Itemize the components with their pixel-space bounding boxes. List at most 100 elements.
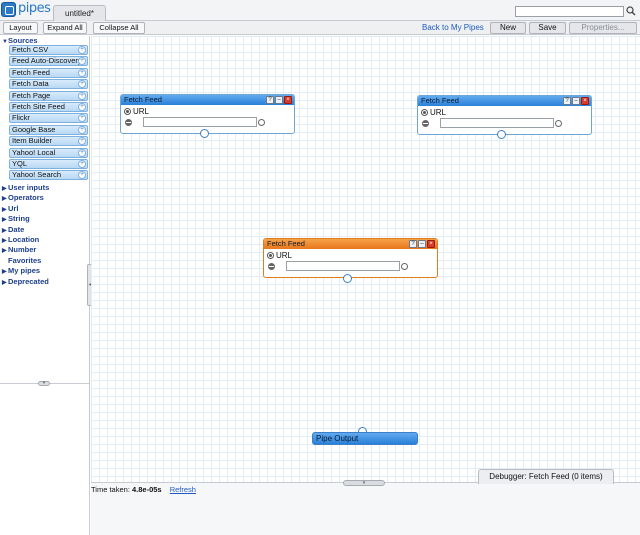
collapse-all-button[interactable]: Collapse All bbox=[93, 22, 145, 34]
source-module-item[interactable]: Fetch Data + bbox=[9, 79, 88, 90]
back-to-my-pipes-link[interactable]: Back to My Pipes bbox=[422, 23, 484, 32]
radio-icon[interactable] bbox=[421, 109, 428, 117]
category-sources[interactable]: ▼Sources bbox=[2, 36, 38, 45]
source-module-label: Fetch Data bbox=[12, 79, 49, 89]
document-tab[interactable]: untitled* bbox=[53, 5, 106, 21]
module-fetch-feed[interactable]: Fetch Feed ? – × URL bbox=[417, 95, 592, 139]
url-label: URL bbox=[430, 108, 447, 117]
time-taken-row: Time taken: 4.8e-05s Refresh bbox=[91, 485, 196, 494]
category-item[interactable]: ▶Date bbox=[2, 225, 24, 234]
help-icon[interactable]: ? bbox=[266, 96, 274, 104]
save-button[interactable]: Save bbox=[529, 22, 566, 34]
pipe-output-module[interactable]: Pipe Output bbox=[312, 432, 418, 445]
expand-all-button[interactable]: Expand All bbox=[43, 22, 87, 34]
source-module-item[interactable]: Fetch Site Feed + bbox=[9, 102, 88, 112]
category-label: Url bbox=[8, 203, 19, 213]
output-port[interactable] bbox=[343, 274, 352, 283]
category-item[interactable]: ▶Location bbox=[2, 235, 39, 244]
source-module-item[interactable]: Fetch Feed + bbox=[9, 67, 88, 78]
debugger-panel: Debugger: Fetch Feed (0 items) ▾ Time ta… bbox=[91, 469, 640, 535]
module-header[interactable]: Fetch Feed ? – × bbox=[121, 95, 294, 105]
url-row: URL bbox=[267, 251, 292, 260]
source-module-item[interactable]: Yahoo! Search + bbox=[9, 170, 88, 181]
radio-icon[interactable] bbox=[124, 108, 131, 116]
source-module-label: Google Base bbox=[12, 124, 56, 134]
output-port[interactable] bbox=[200, 129, 209, 138]
add-module-icon[interactable]: + bbox=[78, 137, 86, 146]
time-value: 4.8e-05s bbox=[132, 485, 162, 494]
output-port[interactable] bbox=[497, 130, 506, 139]
source-module-item[interactable]: Item Builder + bbox=[9, 136, 88, 147]
debugger-tab[interactable]: Debugger: Fetch Feed (0 items) bbox=[478, 469, 614, 484]
source-module-item[interactable]: Google Base + bbox=[9, 124, 88, 135]
source-module-item[interactable]: Feed Auto-Discovery + bbox=[9, 56, 88, 67]
header: pipes untitled* bbox=[0, 0, 640, 21]
category-item[interactable]: ▶User inputs bbox=[2, 183, 49, 192]
remove-field-icon[interactable] bbox=[422, 120, 429, 127]
source-module-item[interactable]: Fetch Page + bbox=[9, 90, 88, 101]
url-input[interactable] bbox=[286, 261, 400, 271]
sidebar-resize-handle[interactable]: ▾ bbox=[38, 381, 50, 386]
add-module-icon[interactable]: + bbox=[78, 114, 86, 123]
properties-button[interactable]: Properties... bbox=[569, 22, 637, 34]
add-module-icon[interactable]: + bbox=[78, 68, 86, 77]
close-icon[interactable]: × bbox=[581, 97, 589, 105]
source-module-label: Fetch Page bbox=[12, 90, 51, 100]
pipes-logo[interactable]: pipes bbox=[1, 1, 51, 19]
module-header[interactable]: Fetch Feed ? – × bbox=[418, 96, 591, 106]
category-item[interactable]: ▶Operators bbox=[2, 193, 44, 202]
refresh-link[interactable]: Refresh bbox=[170, 485, 196, 494]
add-module-icon[interactable]: + bbox=[78, 103, 86, 111]
category-item[interactable]: ▶Number bbox=[2, 245, 36, 254]
close-icon[interactable]: × bbox=[427, 240, 435, 248]
logo-text: pipes bbox=[18, 1, 51, 16]
search-input[interactable] bbox=[515, 6, 624, 17]
category-item[interactable]: ▶String bbox=[2, 214, 30, 223]
minimize-icon[interactable]: – bbox=[418, 240, 426, 248]
terminal-icon[interactable] bbox=[258, 119, 265, 126]
add-module-icon[interactable]: + bbox=[78, 160, 86, 168]
module-title: Fetch Feed bbox=[267, 239, 305, 248]
category-label: Deprecated bbox=[8, 276, 49, 286]
category-item[interactable]: ▶My pipes bbox=[2, 266, 40, 275]
minimize-icon[interactable]: – bbox=[572, 97, 580, 105]
new-button[interactable]: New bbox=[490, 22, 526, 34]
source-module-label: Feed Auto-Discovery bbox=[12, 56, 82, 66]
source-module-label: Flickr bbox=[12, 113, 30, 123]
source-module-item[interactable]: YQL + bbox=[9, 159, 88, 169]
add-module-icon[interactable]: + bbox=[78, 57, 86, 66]
radio-icon[interactable] bbox=[267, 252, 274, 260]
source-module-item[interactable]: Yahoo! Local + bbox=[9, 147, 88, 158]
close-icon[interactable]: × bbox=[284, 96, 292, 104]
module-fetch-feed[interactable]: Fetch Feed ? – × URL bbox=[120, 94, 295, 138]
add-module-icon[interactable]: + bbox=[78, 80, 86, 89]
add-module-icon[interactable]: + bbox=[78, 46, 86, 54]
url-input[interactable] bbox=[440, 118, 554, 128]
add-module-icon[interactable]: + bbox=[78, 91, 86, 100]
module-fetch-feed-selected[interactable]: Fetch Feed ? – × URL bbox=[263, 238, 438, 283]
category-item[interactable]: ▶Url bbox=[2, 204, 18, 213]
module-title: Fetch Feed bbox=[124, 95, 162, 104]
category-favorites[interactable]: Favorites bbox=[8, 256, 41, 265]
minimize-icon[interactable]: – bbox=[275, 96, 283, 104]
help-icon[interactable]: ? bbox=[409, 240, 417, 248]
add-module-icon[interactable]: + bbox=[78, 125, 86, 134]
category-item[interactable]: ▶Deprecated bbox=[2, 277, 49, 286]
terminal-icon[interactable] bbox=[555, 120, 562, 127]
terminal-icon[interactable] bbox=[401, 263, 408, 270]
source-module-item[interactable]: Fetch CSV + bbox=[9, 45, 88, 55]
layout-button[interactable]: Layout bbox=[3, 22, 38, 34]
add-module-icon[interactable]: + bbox=[78, 148, 86, 157]
url-input[interactable] bbox=[143, 117, 257, 127]
remove-field-icon[interactable] bbox=[268, 263, 275, 270]
module-header[interactable]: Fetch Feed ? – × bbox=[264, 239, 437, 249]
time-label: Time taken: bbox=[91, 485, 130, 494]
add-module-icon[interactable]: + bbox=[78, 171, 86, 180]
help-icon[interactable]: ? bbox=[563, 97, 571, 105]
search-icon[interactable] bbox=[626, 6, 636, 16]
debugger-resize-handle[interactable]: ▾ bbox=[343, 480, 385, 486]
pipe-editor-canvas[interactable]: Fetch Feed ? – × URL Fetch Feed ? – × UR… bbox=[91, 36, 640, 482]
source-module-item[interactable]: Flickr + bbox=[9, 113, 88, 124]
source-module-label: Fetch Feed bbox=[12, 67, 50, 77]
remove-field-icon[interactable] bbox=[125, 119, 132, 126]
